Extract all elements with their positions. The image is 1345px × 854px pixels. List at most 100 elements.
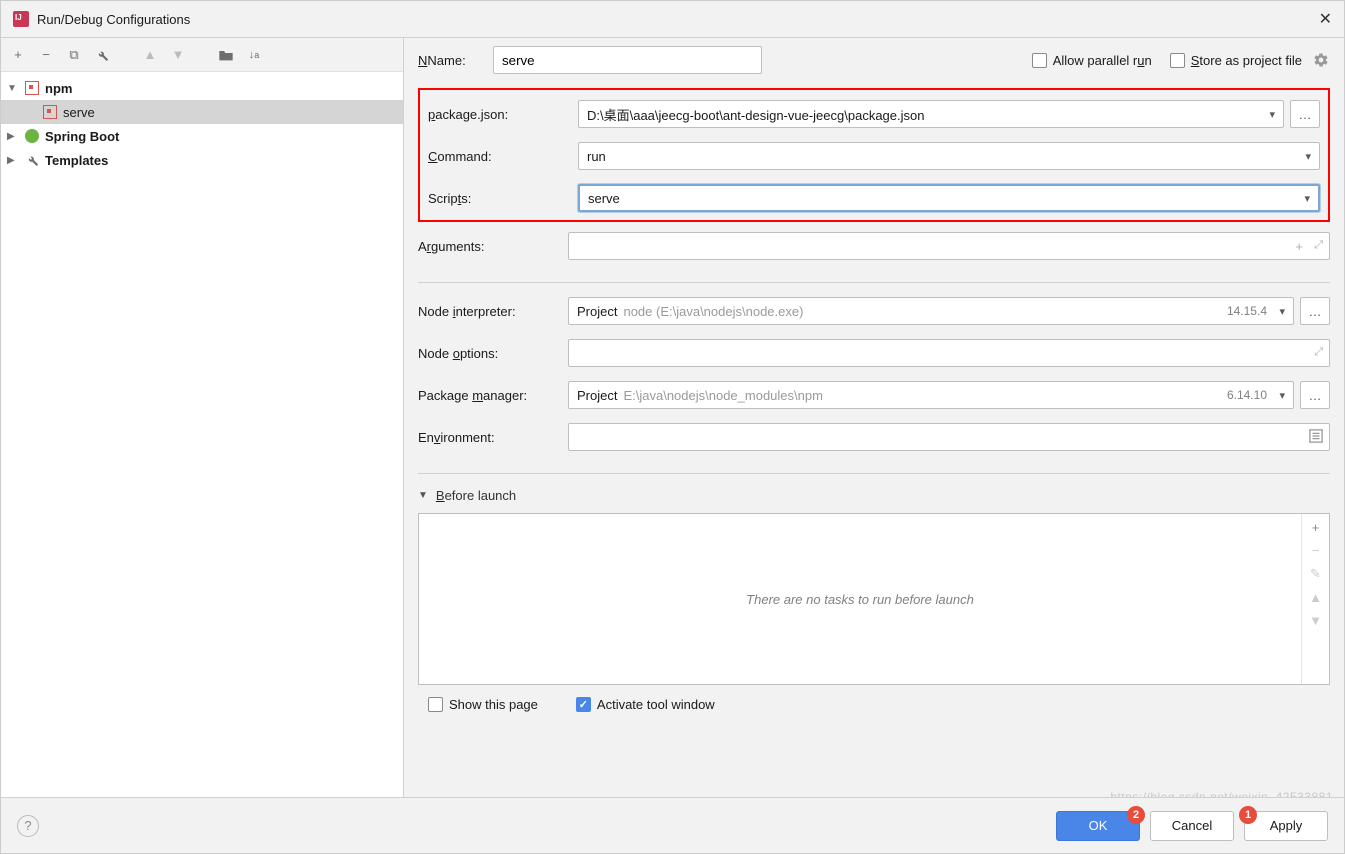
sidebar-toolbar: + − ⧉ ▲ ▼ ↓a bbox=[1, 38, 403, 72]
package-json-row: package.json: D:\桌面\aaa\jeecg-boot\ant-d… bbox=[428, 100, 1320, 128]
dialog-window: Run/Debug Configurations ✕ + − ⧉ ▲ ▼ ↓a bbox=[0, 0, 1345, 854]
badge: 1 bbox=[1239, 806, 1257, 824]
name-input[interactable] bbox=[493, 46, 762, 74]
expand-icon[interactable]: ⤢ bbox=[1314, 239, 1323, 252]
divider bbox=[418, 473, 1330, 474]
chevron-down-icon: ▼ bbox=[418, 490, 428, 501]
cancel-button[interactable]: Cancel bbox=[1150, 811, 1234, 841]
checkbox-icon bbox=[428, 697, 443, 712]
scripts-label: Scripts: bbox=[428, 191, 578, 206]
checkbox-label: Activate tool window bbox=[597, 697, 715, 712]
version-label: 14.15.4 bbox=[1227, 304, 1267, 318]
apply-button[interactable]: Apply 1 bbox=[1244, 811, 1328, 841]
browse-button[interactable]: … bbox=[1300, 381, 1330, 409]
name-row: NName: Allow parallel run Store as proje… bbox=[418, 46, 1330, 74]
chevron-right-icon[interactable]: ▶ bbox=[7, 131, 23, 142]
before-launch-toolbar: + − ✎ ▲ ▼ bbox=[1301, 514, 1329, 684]
name-label: NName: bbox=[418, 53, 493, 68]
list-icon[interactable] bbox=[1309, 429, 1323, 446]
dialog-footer: ? OK 2 Cancel Apply 1 bbox=[1, 797, 1344, 853]
package-manager-combo[interactable]: Project E:\java\nodejs\node_modules\npm … bbox=[568, 381, 1294, 409]
field-value: serve bbox=[588, 191, 620, 206]
remove-task-button[interactable]: − bbox=[1312, 543, 1320, 558]
tree-node-serve[interactable]: serve bbox=[1, 100, 403, 124]
sort-icon[interactable]: ↓a bbox=[245, 46, 263, 64]
folder-icon[interactable] bbox=[217, 46, 235, 64]
node-interpreter-row: Node interpreter: Project node (E:\java\… bbox=[418, 297, 1330, 325]
tree-label: Spring Boot bbox=[45, 129, 119, 144]
spring-icon bbox=[23, 128, 41, 144]
move-down-button[interactable]: ▼ bbox=[1309, 613, 1322, 628]
command-row: Command: run bbox=[428, 142, 1320, 170]
command-combo[interactable]: run bbox=[578, 142, 1320, 170]
before-launch-box: There are no tasks to run before launch … bbox=[418, 513, 1330, 685]
npm-icon bbox=[23, 80, 41, 96]
package-json-combo[interactable]: D:\桌面\aaa\jeecg-boot\ant-design-vue-jeec… bbox=[578, 100, 1284, 128]
add-config-button[interactable]: + bbox=[9, 46, 27, 64]
sidebar: + − ⧉ ▲ ▼ ↓a ▼ npm bbox=[1, 38, 404, 797]
browse-button[interactable]: … bbox=[1290, 100, 1320, 128]
checkbox-label: Show this page bbox=[449, 697, 538, 712]
close-icon[interactable]: ✕ bbox=[1319, 9, 1332, 29]
tree-node-templates[interactable]: ▶ Templates bbox=[1, 148, 403, 172]
gear-icon[interactable] bbox=[1312, 51, 1330, 69]
help-button[interactable]: ? bbox=[17, 815, 39, 837]
chevron-right-icon[interactable]: ▶ bbox=[7, 155, 23, 166]
add-task-button[interactable]: + bbox=[1312, 520, 1320, 535]
node-interpreter-label: Node interpreter: bbox=[418, 304, 568, 319]
badge: 2 bbox=[1127, 806, 1145, 824]
main-panel: NName: Allow parallel run Store as proje… bbox=[404, 38, 1344, 797]
node-options-input[interactable]: ⤢ bbox=[568, 339, 1330, 367]
button-label: Cancel bbox=[1172, 818, 1212, 833]
titlebar: Run/Debug Configurations ✕ bbox=[1, 1, 1344, 37]
node-options-row: Node options: ⤢ bbox=[418, 339, 1330, 367]
show-this-page-checkbox[interactable]: Show this page bbox=[428, 697, 538, 712]
tree-node-spring-boot[interactable]: ▶ Spring Boot bbox=[1, 124, 403, 148]
scripts-row: Scripts: serve bbox=[428, 184, 1320, 212]
section-label: Before launch bbox=[436, 488, 516, 503]
content: + − ⧉ ▲ ▼ ↓a ▼ npm bbox=[1, 37, 1344, 797]
node-options-label: Node options: bbox=[418, 346, 568, 361]
scripts-combo[interactable]: serve bbox=[578, 184, 1320, 212]
copy-config-button[interactable]: ⧉ bbox=[65, 46, 83, 64]
browse-button[interactable]: … bbox=[1300, 297, 1330, 325]
config-tree: ▼ npm serve ▶ Spring Boot ▶ bbox=[1, 72, 403, 797]
edit-task-button[interactable]: ✎ bbox=[1310, 566, 1321, 582]
highlighted-section: package.json: D:\桌面\aaa\jeecg-boot\ant-d… bbox=[418, 88, 1330, 222]
node-interpreter-combo[interactable]: Project node (E:\java\nodejs\node.exe) 1… bbox=[568, 297, 1294, 325]
button-label: Apply bbox=[1270, 818, 1303, 833]
field-prefix: Project bbox=[577, 304, 617, 319]
activate-tool-window-checkbox[interactable]: Activate tool window bbox=[576, 697, 715, 712]
tree-label: Templates bbox=[45, 153, 108, 168]
environment-input[interactable] bbox=[568, 423, 1330, 451]
app-icon bbox=[13, 11, 29, 27]
divider bbox=[418, 282, 1330, 283]
wrench-icon bbox=[23, 152, 41, 168]
move-up-button[interactable]: ▲ bbox=[1309, 590, 1322, 605]
expand-icon[interactable]: ⤢ bbox=[1314, 346, 1323, 359]
watermark: https://blog.csdn.net/weixin_42533881 bbox=[1110, 790, 1333, 797]
allow-parallel-checkbox[interactable]: Allow parallel run bbox=[1032, 53, 1152, 68]
field-value: D:\桌面\aaa\jeecg-boot\ant-design-vue-jeec… bbox=[587, 105, 924, 124]
window-title: Run/Debug Configurations bbox=[37, 12, 1319, 27]
remove-config-button[interactable]: − bbox=[37, 46, 55, 64]
wrench-icon[interactable] bbox=[93, 46, 111, 64]
chevron-down-icon[interactable]: ▼ bbox=[7, 83, 23, 94]
environment-label: Environment: bbox=[418, 430, 568, 445]
move-down-button[interactable]: ▼ bbox=[169, 46, 187, 64]
package-manager-label: Package manager: bbox=[418, 388, 568, 403]
plus-icon[interactable]: + bbox=[1295, 239, 1303, 254]
version-label: 6.14.10 bbox=[1227, 388, 1267, 402]
button-label: OK bbox=[1089, 818, 1108, 833]
move-up-button[interactable]: ▲ bbox=[141, 46, 159, 64]
arguments-input[interactable]: + ⤢ bbox=[568, 232, 1330, 260]
tree-node-npm[interactable]: ▼ npm bbox=[1, 76, 403, 100]
bottom-checkboxes: Show this page Activate tool window bbox=[418, 697, 1330, 712]
tree-label: serve bbox=[63, 105, 95, 120]
store-as-project-checkbox[interactable]: Store as project file bbox=[1170, 53, 1302, 68]
ok-button[interactable]: OK 2 bbox=[1056, 811, 1140, 841]
environment-row: Environment: bbox=[418, 423, 1330, 451]
before-launch-header[interactable]: ▼ Before launch bbox=[418, 488, 1330, 503]
package-json-label: package.json: bbox=[428, 107, 578, 122]
field-prefix: Project bbox=[577, 388, 617, 403]
